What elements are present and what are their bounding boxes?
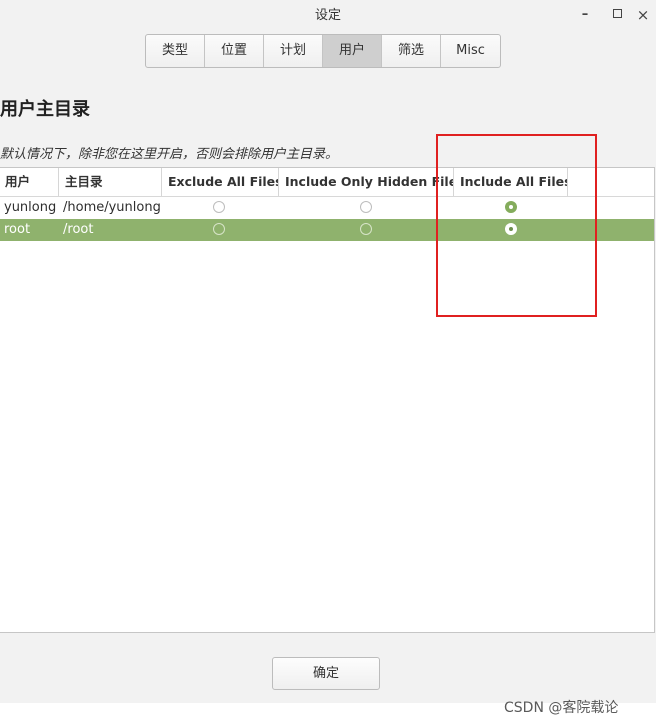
row-home: /home/yunlong [63,200,161,215]
tab-schedule[interactable]: 计划 [264,35,323,67]
row-user: yunlong [4,200,57,215]
title-bar[interactable]: 设定 – × [0,0,656,32]
section-description: 默认情况下，除非您在这里开启，否则会排除用户主目录。 [0,147,339,162]
include-hidden-radio[interactable] [360,201,372,213]
ok-button[interactable]: 确定 [272,657,380,690]
tab-filter[interactable]: 筛选 [382,35,441,67]
section-title: 用户主目录 [0,99,90,120]
watermark: CSDN @客院载论 [504,700,619,716]
tab-location[interactable]: 位置 [205,35,264,67]
settings-window: 设定 – × 类型 位置 计划 用户 筛选 Misc 用户主目录 默认情况下，除… [0,0,656,703]
tab-users[interactable]: 用户 [323,35,382,67]
row-home: /root [63,222,94,237]
close-button[interactable]: × [631,4,655,26]
annotation-highlight-box [436,134,597,317]
maximize-icon [612,9,622,18]
exclude-all-radio[interactable] [213,223,225,235]
column-header-user[interactable]: 用户 [0,168,59,196]
window-title: 设定 [314,8,341,23]
column-header-home[interactable]: 主目录 [59,168,162,196]
tab-bar: 类型 位置 计划 用户 筛选 Misc [145,34,501,68]
minimize-button[interactable]: – [573,4,597,26]
column-header-include-hidden[interactable]: Include Only Hidden Files [279,168,454,196]
column-header-exclude-all[interactable]: Exclude All Files [162,168,279,196]
tab-misc[interactable]: Misc [441,35,500,67]
exclude-all-radio[interactable] [213,201,225,213]
include-hidden-radio[interactable] [360,223,372,235]
row-user: root [4,222,31,237]
maximize-button[interactable] [605,4,629,26]
tab-type[interactable]: 类型 [146,35,205,67]
